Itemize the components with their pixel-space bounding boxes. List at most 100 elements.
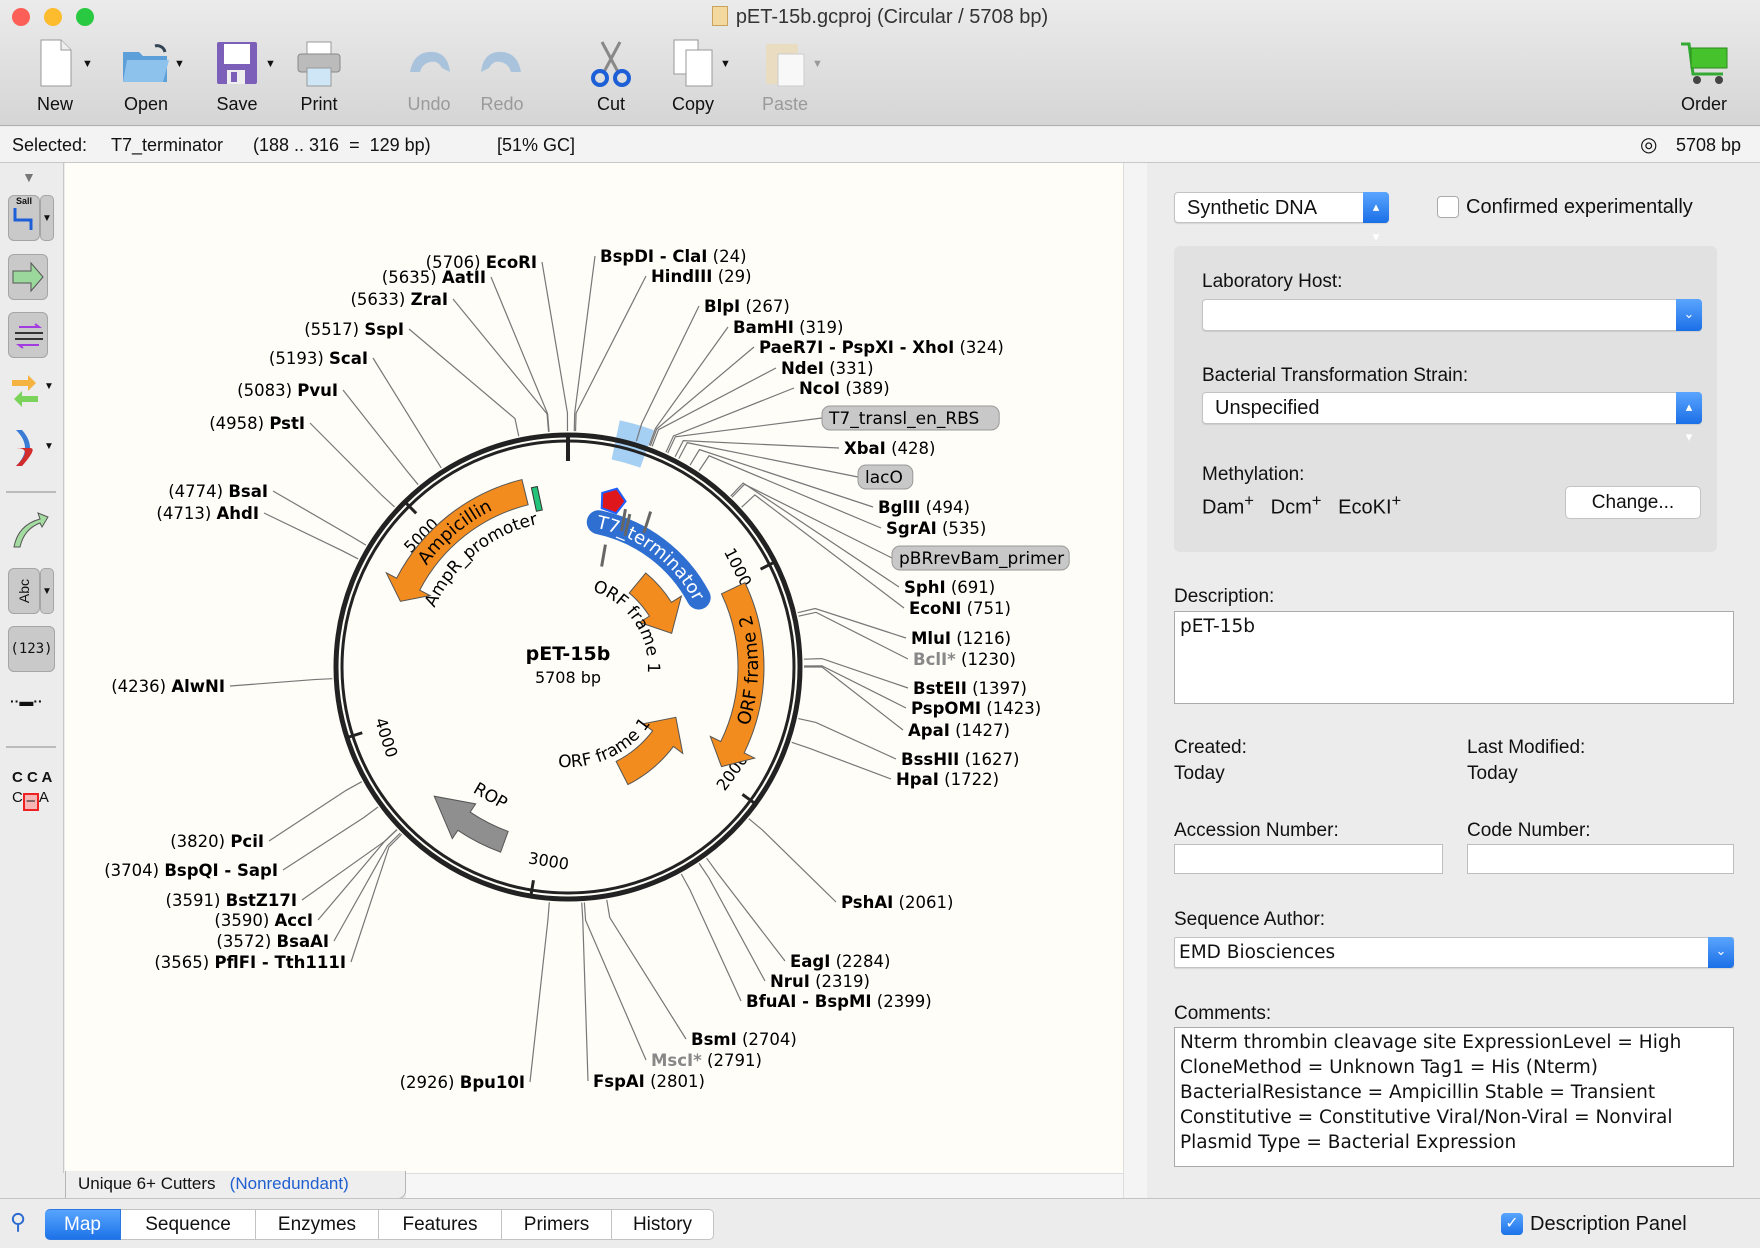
enzyme-label[interactable]: EcoNI (751) — [909, 599, 1011, 618]
enzyme-label[interactable]: NdeI (331) — [781, 359, 874, 378]
enzyme-label[interactable]: PaeR7I - PspXI - XhoI (324) — [759, 338, 1004, 357]
enzyme-label[interactable]: (4774) BsaI — [168, 482, 268, 501]
enzyme-name[interactable]: NdeI — [781, 359, 824, 378]
enzyme-name[interactable]: SphI — [904, 578, 946, 597]
enzyme-name[interactable]: ApaI — [908, 721, 950, 740]
enzyme-label[interactable]: SphI (691) — [904, 578, 995, 597]
laboratory-host-select[interactable]: ⌄ — [1202, 299, 1702, 331]
print-button[interactable]: Print — [279, 38, 359, 124]
enzyme-label[interactable]: (3572) BsaAI — [216, 932, 329, 951]
primer-tool-button[interactable] — [8, 312, 48, 358]
gap-tool-icon[interactable]: ··▬·· — [10, 693, 43, 709]
enzyme-label[interactable]: SgrAI (535) — [886, 519, 986, 538]
transformation-strain-select[interactable]: Unspecified ▴ ▾ — [1202, 392, 1702, 444]
horizontal-scrollbar[interactable] — [406, 1173, 1123, 1198]
nonredundant-link[interactable]: (Nonredundant) — [230, 1174, 349, 1193]
enzyme-set-selector[interactable]: Unique 6+ Cutters (Nonredundant) — [65, 1171, 406, 1199]
enzyme-label[interactable]: BsmI (2704) — [691, 1030, 797, 1049]
enzyme-name[interactable]: SgrAI — [886, 519, 937, 538]
enzyme-label[interactable]: ApaI (1427) — [908, 721, 1010, 740]
enzyme-name[interactable]: BglII — [878, 498, 920, 517]
open-dropdown-icon[interactable]: ▼ — [174, 58, 185, 70]
enzyme-label[interactable]: BspDI - ClaI (24) — [600, 247, 747, 266]
enzyme-label[interactable]: MscI* (2791) — [651, 1051, 762, 1070]
vertical-scrollbar[interactable] — [1123, 163, 1147, 1198]
enzyme-name[interactable]: NruI — [770, 972, 810, 991]
mismatch-tool-bottom[interactable]: C – A — [12, 789, 49, 811]
tab-enzymes[interactable]: Enzymes — [256, 1209, 379, 1240]
tab-primers[interactable]: Primers — [502, 1209, 612, 1240]
enzyme-name[interactable]: PshAI — [841, 893, 893, 912]
molecule-type-select[interactable]: Synthetic DNA ▴ ▾ — [1174, 192, 1389, 244]
enzyme-name[interactable]: BstEII — [913, 679, 967, 698]
tab-history[interactable]: History — [612, 1209, 714, 1240]
enzyme-name[interactable]: EcoRI — [486, 253, 537, 272]
enzyme-name[interactable]: PspOMI — [911, 699, 981, 718]
text-tool-dropdown[interactable]: ▼ — [40, 568, 54, 614]
enzyme-label[interactable]: BlpI (267) — [704, 297, 790, 316]
enzyme-name[interactable]: FspAI — [593, 1072, 645, 1091]
enzyme-name[interactable]: SspI — [364, 320, 404, 339]
enzyme-label[interactable]: HindIII (29) — [651, 267, 752, 286]
enzyme-name[interactable]: PstI — [269, 414, 305, 433]
enzyme-label[interactable]: BfuAI - BspMI (2399) — [746, 992, 932, 1011]
enzyme-name[interactable]: BsmI — [691, 1030, 737, 1049]
orf-tool-button[interactable] — [10, 370, 40, 415]
accession-number-input[interactable] — [1174, 844, 1443, 874]
enzyme-label[interactable]: (5635) AatII — [382, 268, 486, 287]
enzyme-tool-dropdown[interactable]: ▼ — [40, 195, 54, 241]
enzyme-name[interactable]: BspQI - SapI — [164, 861, 278, 880]
redo-button[interactable]: Redo — [462, 38, 542, 124]
order-button[interactable]: Order — [1664, 38, 1744, 124]
enzyme-name[interactable]: BssHII — [901, 750, 959, 769]
enzyme-name[interactable]: HpaI — [896, 770, 939, 789]
description-textarea[interactable]: pET-15b — [1174, 611, 1734, 704]
enzyme-label[interactable]: NcoI (389) — [799, 379, 890, 398]
enzyme-name[interactable]: AccI — [275, 911, 313, 930]
paste-dropdown-icon[interactable]: ▼ — [812, 58, 823, 70]
enzyme-label[interactable]: XbaI (428) — [844, 439, 935, 458]
enzyme-name[interactable]: BclI* — [913, 650, 956, 669]
enzyme-label[interactable]: (5083) PvuI — [237, 381, 338, 400]
change-methylation-button[interactable]: Change... — [1565, 486, 1701, 519]
enzyme-label[interactable]: (3565) PflFI - Tth111I — [154, 953, 346, 972]
comments-textarea[interactable]: Nterm thrombin cleavage site ExpressionL… — [1174, 1027, 1734, 1167]
numbering-tool-button[interactable]: (123) — [8, 626, 55, 672]
code-number-input[interactable] — [1467, 844, 1734, 874]
enzyme-name[interactable]: MluI — [911, 629, 951, 648]
enzyme-name[interactable]: AlwNI — [171, 677, 225, 696]
enzyme-label[interactable]: (2926) Bpu10I — [400, 1073, 525, 1092]
arc-tool-dropdown[interactable]: ▼ — [44, 441, 54, 452]
enzyme-name[interactable]: PflFI - Tth111I — [214, 953, 346, 972]
save-button[interactable]: Save — [197, 38, 277, 124]
enzyme-name[interactable]: BfuAI - BspMI — [746, 992, 872, 1011]
collapse-triangle-icon[interactable]: ▼ — [22, 169, 36, 185]
new-dropdown-icon[interactable]: ▼ — [82, 58, 93, 70]
curved-arrow-tool-button[interactable] — [10, 511, 50, 556]
copy-dropdown-icon[interactable]: ▼ — [720, 58, 731, 70]
enzyme-name[interactable]: PvuI — [297, 381, 338, 400]
enzyme-name[interactable]: EcoNI — [909, 599, 961, 618]
plasmid-map-canvas[interactable]: (5706) EcoRI (5635) AatII (5633) ZraI (5517… — [65, 163, 1123, 1173]
enzyme-label[interactable]: (5517) SspI — [304, 320, 404, 339]
arc-tool-button[interactable] — [12, 428, 36, 473]
enzyme-name[interactable]: BlpI — [704, 297, 740, 316]
enzyme-label[interactable]: HpaI (1722) — [896, 770, 999, 789]
enzyme-label[interactable]: (3704) BspQI - SapI — [104, 861, 278, 880]
description-panel-checkbox[interactable]: ✓ — [1501, 1213, 1523, 1235]
enzyme-label[interactable]: (3590) AccI — [214, 911, 313, 930]
enzyme-name[interactable]: MscI* — [651, 1051, 702, 1070]
search-icon[interactable]: ⚲ — [10, 1209, 26, 1235]
copy-button[interactable]: Copy — [653, 38, 733, 124]
enzyme-label[interactable]: (5633) ZraI — [351, 290, 449, 309]
enzyme-name[interactable]: BspDI - ClaI — [600, 247, 707, 266]
undo-button[interactable]: Undo — [389, 38, 469, 124]
enzyme-label[interactable]: BamHI (319) — [733, 318, 843, 337]
orf-tool-dropdown[interactable]: ▼ — [44, 381, 54, 392]
enzyme-name[interactable]: ScaI — [329, 349, 368, 368]
enzyme-name[interactable]: AhdI — [217, 504, 259, 523]
tab-features[interactable]: Features — [379, 1209, 502, 1240]
enzyme-label[interactable]: (5193) ScaI — [269, 349, 368, 368]
enzyme-name[interactable]: Bpu10I — [460, 1073, 525, 1092]
new-button[interactable]: New — [15, 38, 95, 124]
